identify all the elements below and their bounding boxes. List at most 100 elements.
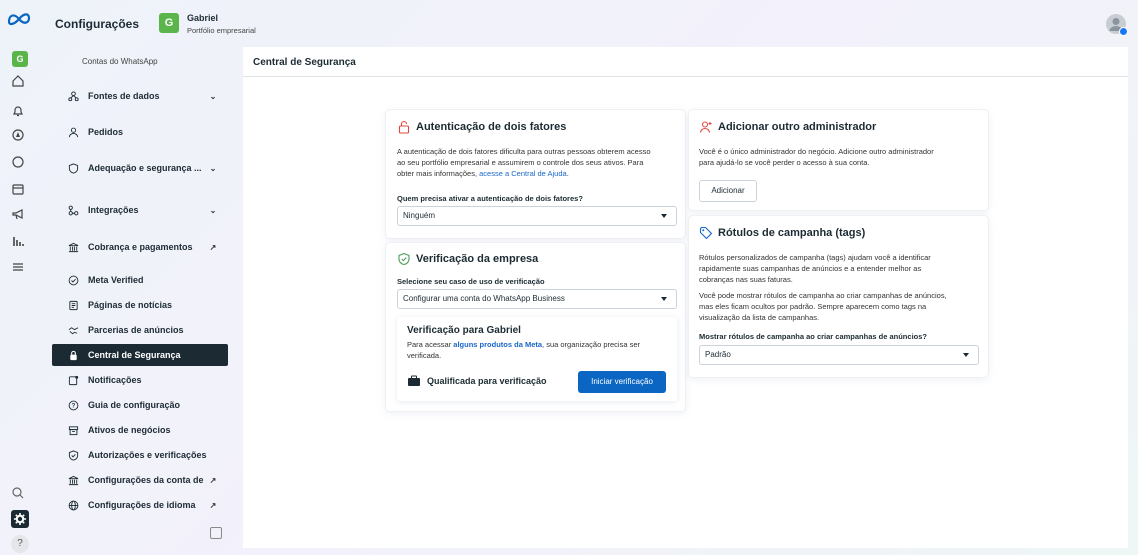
desc-part: , sua organização precisa ser <box>542 340 641 349</box>
use-case-selected: Configurar uma conta do WhatsApp Busines… <box>403 294 565 303</box>
notification-icon <box>66 373 80 387</box>
campaign-tags-select[interactable]: Padrão <box>699 345 979 365</box>
business-name[interactable]: Gabriel <box>187 13 218 23</box>
settings-button[interactable] <box>11 510 29 528</box>
calendar-icon[interactable] <box>11 182 27 198</box>
user-avatar[interactable] <box>1106 14 1128 36</box>
news-icon <box>66 298 80 312</box>
external-link-icon: ↗ <box>209 475 217 485</box>
sidebar-item-data-sources[interactable]: Fontes de dados ⌄ <box>52 85 228 107</box>
page-title: Central de Segurança <box>243 47 1128 77</box>
chevron-down-icon: ⌄ <box>209 205 217 215</box>
sidebar-item-business-assets[interactable]: Ativos de negócios <box>52 419 228 441</box>
use-case-select[interactable]: Configurar uma conta do WhatsApp Busines… <box>397 289 677 309</box>
sidebar-item-ad-partnerships[interactable]: Parcerias de anúncios <box>52 319 228 341</box>
add-admin-description: Você é o único administrador do negócio.… <box>699 146 984 168</box>
use-case-label: Selecione seu caso de uso de verificação <box>397 277 545 286</box>
authorization-icon <box>66 448 80 462</box>
account-settings-icon <box>66 473 80 487</box>
orders-icon <box>66 125 80 139</box>
add-admin-title-text: Adicionar outro administrador <box>718 121 877 133</box>
globe-icon <box>66 498 80 512</box>
desc-line: cobranças nas suas faturas. <box>699 275 793 284</box>
sidebar-item-label: Pedidos <box>88 127 124 137</box>
sidebar-subitem-whatsapp-accounts[interactable]: Contas do WhatsApp <box>82 57 158 66</box>
guide-icon: ? <box>66 398 80 412</box>
sidebar-item-news-pages[interactable]: Páginas de notícias <box>52 294 228 316</box>
sidebar-item-integrations[interactable]: Integrações ⌄ <box>52 199 228 221</box>
desc-line: para ajudá-lo se você perder o acesso à … <box>699 158 870 167</box>
megaphone-icon[interactable] <box>11 207 27 223</box>
sidebar-item-label: Guia de configuração <box>88 400 181 410</box>
verification-inner-desc: Para acessar alguns produtos da Meta, su… <box>407 339 669 361</box>
start-verification-button[interactable]: Iniciar verificação <box>578 371 666 393</box>
sidebar-item-label: Meta Verified <box>88 275 144 285</box>
campaign-tags-question: Mostrar rótulos de campanha ao criar cam… <box>699 332 927 341</box>
qualified-status: Qualificada para verificação <box>407 375 547 387</box>
campaign-tags-selected: Padrão <box>705 350 731 359</box>
left-rail: G ? <box>0 0 38 555</box>
sidebar-item-orders[interactable]: Pedidos <box>52 121 228 143</box>
search-icon[interactable] <box>11 486 27 502</box>
caret-down-icon <box>661 214 667 218</box>
menu-icon[interactable] <box>11 260 27 276</box>
integrations-icon <box>66 203 80 217</box>
sidebar-item-compliance-security[interactable]: Adequação e segurança ... ⌄ <box>52 157 228 179</box>
meta-products-link[interactable]: alguns produtos da Meta <box>453 340 542 349</box>
campaign-tags-title: Rótulos de campanha (tags) <box>699 226 865 240</box>
sidebar-item-label: Autorizações e verificações <box>88 450 207 460</box>
handshake-icon <box>66 323 80 337</box>
help-center-link[interactable]: acesse a Central de Ajuda <box>479 169 567 178</box>
desc-line: mas eles ficam ocultos por padrão. Sempr… <box>699 302 927 311</box>
desc-line: Você é o único administrador do negócio.… <box>699 147 934 156</box>
collapse-sidebar-icon[interactable] <box>210 527 222 539</box>
meta-logo-icon[interactable] <box>7 12 31 26</box>
sidebar-item-label: Integrações <box>88 205 139 215</box>
two-factor-title: Autenticação de dois fatores <box>397 120 566 134</box>
business-avatar[interactable]: G <box>159 13 179 33</box>
desc-part: Para acessar <box>407 340 454 349</box>
bell-icon[interactable] <box>11 104 27 120</box>
business-badge[interactable]: G <box>12 51 28 67</box>
help-icon[interactable]: ? <box>11 535 29 553</box>
two-factor-question: Quem precisa ativar a autenticação de do… <box>397 194 583 203</box>
campaign-tags-card: Rótulos de campanha (tags) Rótulos perso… <box>689 216 988 377</box>
sidebar-item-label: Fontes de dados <box>88 91 160 101</box>
campaign-tags-title-text: Rótulos de campanha (tags) <box>718 227 866 239</box>
campaign-tags-description: Rótulos personalizados de campanha (tags… <box>699 252 984 323</box>
sidebar-item-meta-verified[interactable]: Meta Verified <box>52 269 228 291</box>
sidebar-item-security-center[interactable]: Central de Segurança <box>52 344 228 366</box>
app-title: Configurações <box>55 17 140 31</box>
business-subtitle: Portfólio empresarial <box>187 26 256 35</box>
sidebar-item-account-settings[interactable]: Configurações da conta de ... ↗ <box>52 469 228 491</box>
desc-part: verificada. <box>407 351 442 360</box>
desc-line: ao seu portfólio empresarial e assumirem… <box>397 158 644 167</box>
chevron-down-icon: ⌄ <box>209 163 217 173</box>
compass-icon[interactable] <box>11 128 27 144</box>
desc-line: visualização da lista de campanhas. <box>699 313 820 322</box>
verification-title: Verificação da empresa <box>397 252 538 266</box>
top-header: Configurações G Gabriel Portfólio empres… <box>38 0 1138 47</box>
main-content: Central de Segurança Autenticação de doi… <box>243 47 1128 548</box>
sidebar-item-language-settings[interactable]: Configurações de idioma ↗ <box>52 494 228 516</box>
sidebar-item-billing[interactable]: Cobrança e pagamentos ↗ <box>52 236 228 258</box>
external-link-icon: ↗ <box>209 242 217 252</box>
chart-icon[interactable] <box>11 234 27 250</box>
circle-icon[interactable] <box>11 155 27 171</box>
shield-icon <box>66 161 80 175</box>
sidebar-item-notifications[interactable]: Notificações <box>52 369 228 391</box>
sidebar-item-setup-guide[interactable]: ? Guia de configuração <box>52 394 228 416</box>
add-admin-title: Adicionar outro administrador <box>699 120 876 134</box>
add-person-icon <box>699 120 713 134</box>
chevron-down-icon: ⌄ <box>209 91 217 101</box>
sidebar-item-authorizations[interactable]: Autorizações e verificações <box>52 444 228 466</box>
verified-icon <box>66 273 80 287</box>
home-icon[interactable] <box>11 74 27 90</box>
desc-line: obter mais informações, <box>397 169 480 178</box>
gear-icon <box>14 513 26 525</box>
add-admin-button[interactable]: Adicionar <box>699 180 757 202</box>
sidebar-item-label: Configurações da conta de ... <box>88 475 206 485</box>
sidebar-item-label: Central de Segurança <box>88 350 181 360</box>
two-factor-select[interactable]: Ninguém <box>397 206 677 226</box>
desc-line: Você pode mostrar rótulos de campanha ao… <box>699 291 947 300</box>
